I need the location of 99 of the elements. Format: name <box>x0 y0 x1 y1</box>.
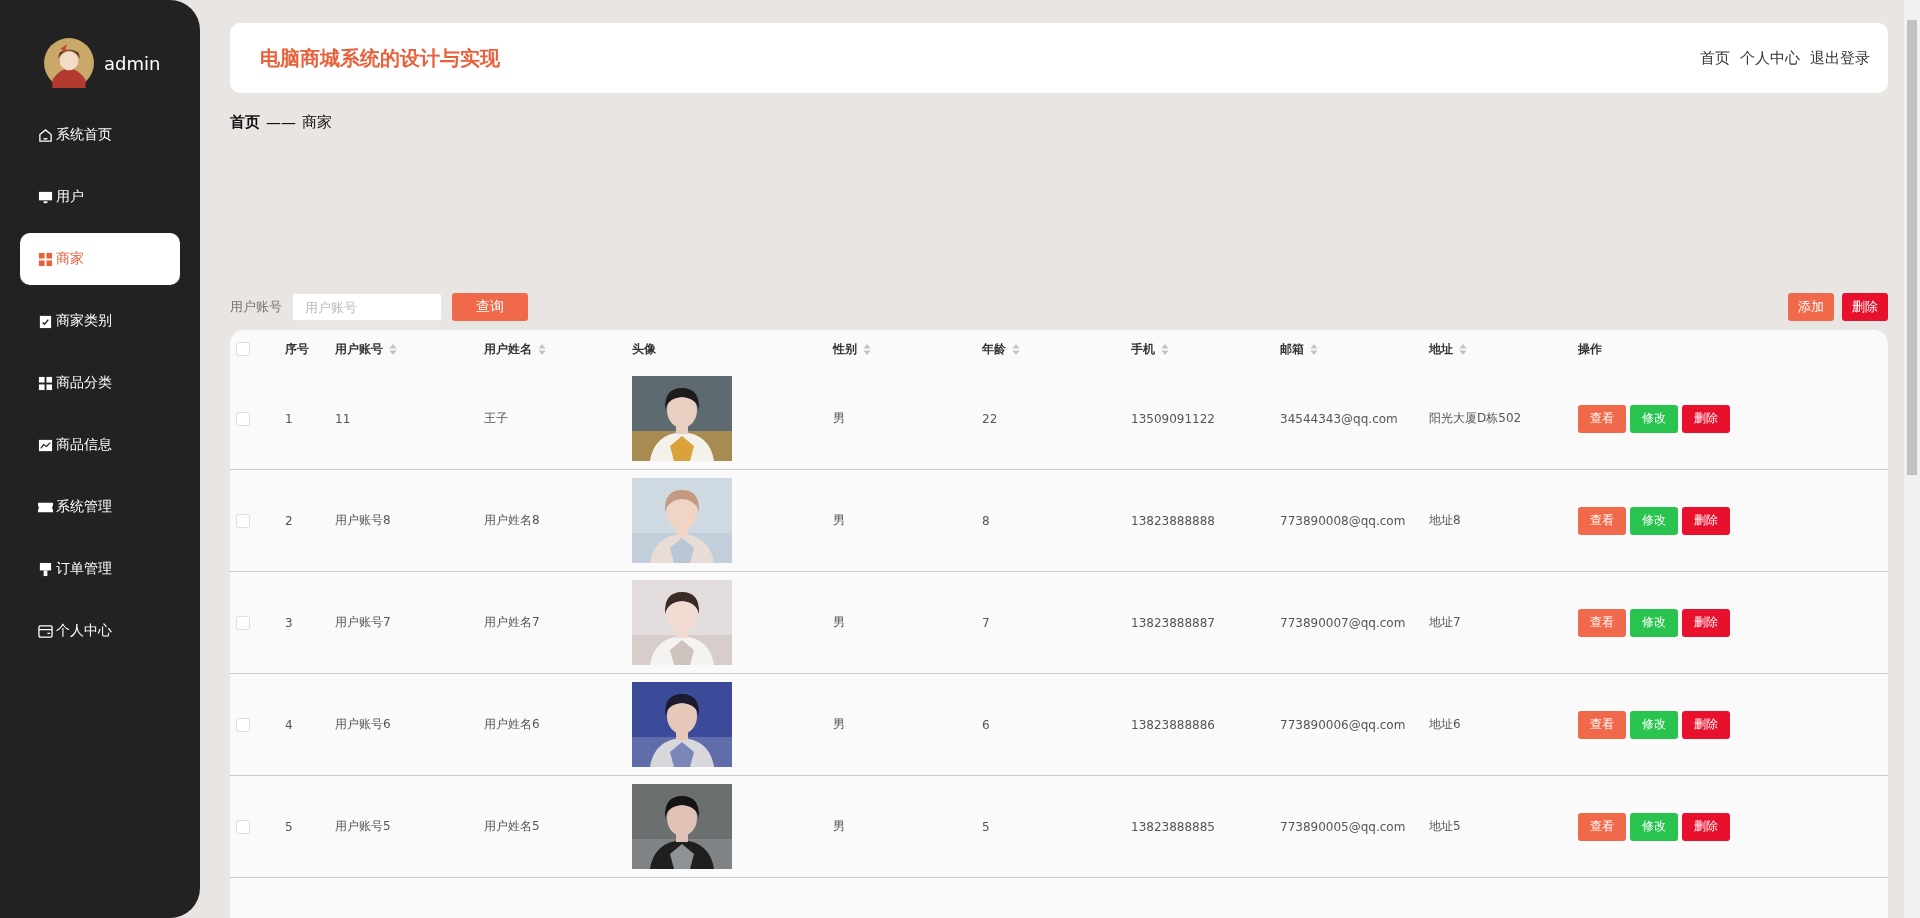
column-header[interactable]: 邮箱 <box>1280 340 1318 358</box>
sort-icon[interactable] <box>538 343 546 355</box>
sort-icon[interactable] <box>389 343 397 355</box>
column-header: 操作 <box>1578 340 1602 358</box>
table-cell: 地址6 <box>1429 716 1461 733</box>
table-cell: 13509091122 <box>1131 411 1215 426</box>
avatar <box>44 38 94 88</box>
table-cell: 用户姓名7 <box>484 614 540 631</box>
chart-icon <box>38 437 53 453</box>
table-cell: 13823888887 <box>1131 615 1215 630</box>
sort-icon[interactable] <box>1310 343 1318 355</box>
sidebar-item[interactable]: 商家类别 <box>20 295 180 347</box>
table-cell: 男 <box>833 716 845 733</box>
user-name: admin <box>104 52 161 74</box>
table-cell: 7 <box>982 615 990 630</box>
sidebar-item[interactable]: 用户 <box>20 171 180 223</box>
table-cell: 男 <box>833 512 845 529</box>
table-cell: 用户姓名8 <box>484 512 540 529</box>
table-cell: 13823888885 <box>1131 819 1215 834</box>
header-link[interactable]: 首页 <box>1700 48 1730 68</box>
grid-icon <box>38 375 53 391</box>
breadcrumb-link[interactable]: 首页 <box>230 113 260 132</box>
table-cell: 773890005@qq.com <box>1280 819 1406 834</box>
table-cell: 男 <box>833 410 845 427</box>
table-cell: 用户账号5 <box>335 818 391 835</box>
clipboard-icon <box>38 313 53 329</box>
checkbox[interactable] <box>236 615 250 630</box>
column-header: 序号 <box>285 340 309 358</box>
grid-icon <box>38 251 53 267</box>
sort-icon[interactable] <box>863 343 871 355</box>
column-header[interactable]: 手机 <box>1131 340 1169 358</box>
home-icon <box>38 127 53 143</box>
table-cell: 4 <box>285 717 293 732</box>
search-label: 用户账号 <box>230 298 282 316</box>
table-cell: 13823888888 <box>1131 513 1215 528</box>
header-link[interactable]: 退出登录 <box>1810 48 1870 68</box>
delete-button[interactable]: 删除 <box>1682 608 1730 637</box>
scrollbar-thumb[interactable] <box>1907 20 1917 475</box>
checkbox[interactable] <box>236 513 250 528</box>
sidebar-item[interactable]: 订单管理 <box>20 543 180 595</box>
table-cell: 地址8 <box>1429 512 1461 529</box>
header-link[interactable]: 个人中心 <box>1740 48 1800 68</box>
table-cell: 用户账号7 <box>335 614 391 631</box>
table-cell: 男 <box>833 818 845 835</box>
checkbox[interactable] <box>236 342 250 356</box>
table-cell: 773890007@qq.com <box>1280 615 1406 630</box>
table-cell: 11 <box>335 411 351 426</box>
column-header[interactable]: 地址 <box>1429 340 1467 358</box>
table-cell: 阳光大厦D栋502 <box>1429 410 1522 427</box>
table-cell: 3 <box>285 615 293 630</box>
sidebar-item[interactable]: 商品分类 <box>20 357 180 409</box>
checkbox[interactable] <box>236 717 250 732</box>
delete-button[interactable]: 删除 <box>1682 812 1730 841</box>
checkbox[interactable] <box>236 819 250 834</box>
breadcrumb-current: 商家 <box>302 113 332 132</box>
table-cell: 用户姓名6 <box>484 716 540 733</box>
table-cell: 2 <box>285 513 293 528</box>
sign-icon <box>38 561 53 577</box>
sort-icon[interactable] <box>1161 343 1169 355</box>
delete-button[interactable]: 删除 <box>1682 710 1730 739</box>
column-header: 头像 <box>632 340 656 358</box>
table-cell: 用户姓名5 <box>484 818 540 835</box>
scrollbar[interactable] <box>1904 0 1920 918</box>
column-header[interactable]: 用户姓名 <box>484 340 546 358</box>
table-cell: 用户账号6 <box>335 716 391 733</box>
sidebar-item[interactable]: 个人中心 <box>20 605 180 657</box>
breadcrumb-separator: —— <box>266 113 296 132</box>
table-cell: 用户账号8 <box>335 512 391 529</box>
table-cell: 22 <box>982 411 998 426</box>
column-header[interactable]: 性别 <box>833 340 871 358</box>
sort-icon[interactable] <box>1012 343 1020 355</box>
table-cell: 王子 <box>484 410 508 427</box>
wallet-icon <box>38 623 53 639</box>
table-cell: 1 <box>285 411 293 426</box>
table-cell: 13823888886 <box>1131 717 1215 732</box>
table-cell: 773890006@qq.com <box>1280 717 1406 732</box>
table-cell: 773890008@qq.com <box>1280 513 1406 528</box>
sort-icon[interactable] <box>1459 343 1467 355</box>
table-cell: 地址7 <box>1429 614 1461 631</box>
delete-button[interactable]: 删除 <box>1682 506 1730 535</box>
search-field[interactable]: 用户账号 <box>292 293 442 321</box>
delete-button[interactable]: 删除 <box>1682 404 1730 433</box>
table-cell: 地址5 <box>1429 818 1461 835</box>
sidebar-item[interactable]: 系统首页 <box>20 109 180 161</box>
sidebar-item[interactable]: 商品信息 <box>20 419 180 471</box>
table-cell: 6 <box>982 717 990 732</box>
table-cell: 8 <box>982 513 990 528</box>
column-header[interactable]: 年龄 <box>982 340 1020 358</box>
sidebar-item[interactable]: 商家 <box>20 233 180 285</box>
table-cell: 5 <box>285 819 293 834</box>
checkbox[interactable] <box>236 411 250 426</box>
delete-button[interactable]: 删除 <box>1842 293 1888 321</box>
monitor-icon <box>38 189 53 205</box>
table-cell: 5 <box>982 819 990 834</box>
table-cell: 男 <box>833 614 845 631</box>
sidebar-item[interactable]: 系统管理 <box>20 481 180 533</box>
site-title: 电脑商城系统的设计与实现 <box>260 44 500 72</box>
table-cell: 34544343@qq.com <box>1280 411 1398 426</box>
column-header[interactable]: 用户账号 <box>335 340 397 358</box>
